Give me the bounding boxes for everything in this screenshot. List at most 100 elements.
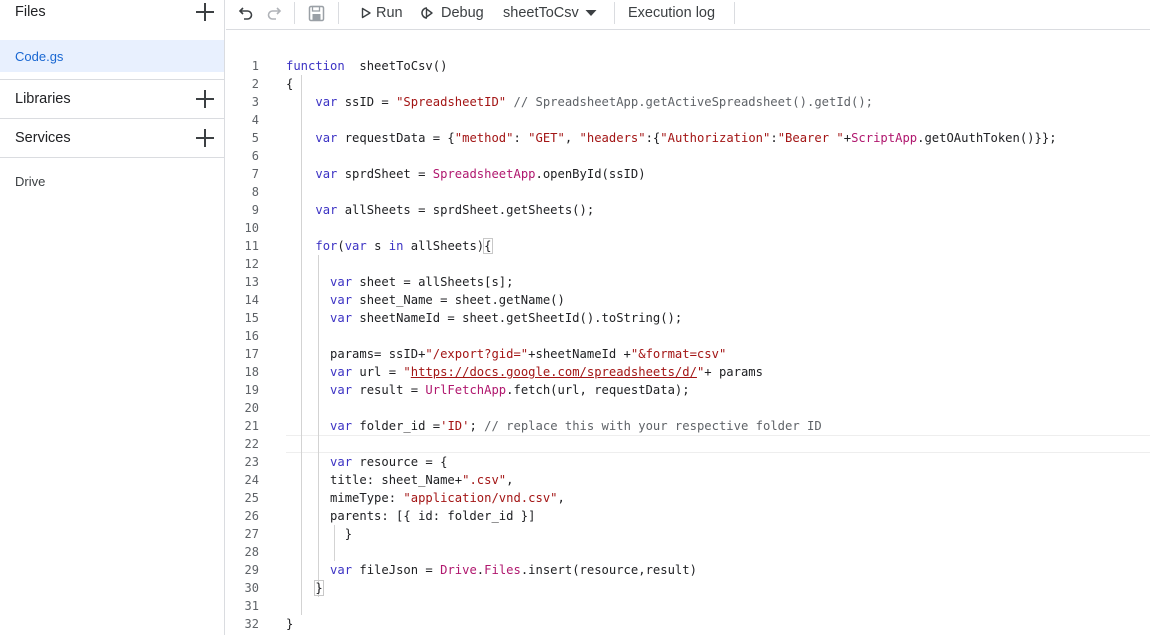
code-text: } — [286, 525, 352, 543]
toolbar-divider — [338, 2, 339, 24]
code-token: params= ssID+ — [286, 347, 426, 361]
code-text: { — [286, 75, 293, 93]
code-line[interactable]: 19 var result = UrlFetchApp.fetch(url, r… — [226, 381, 1150, 399]
code-token: "Authorization" — [660, 131, 771, 145]
code-line[interactable]: 22 — [226, 435, 1150, 453]
function-select[interactable]: sheetToCsv — [503, 0, 597, 26]
execution-log-button[interactable]: Execution log — [628, 0, 715, 26]
code-line[interactable]: 11 for(var s in allSheets){ — [226, 237, 1150, 255]
code-token: var — [344, 239, 367, 253]
code-token: "headers" — [579, 131, 646, 145]
code-line[interactable]: 27 } — [226, 525, 1150, 543]
code-token: } — [286, 527, 353, 541]
code-line[interactable]: 26 parents: [{ id: folder_id }] — [226, 507, 1150, 525]
code-text: var resource = { — [286, 453, 447, 471]
line-number: 1 — [251, 59, 259, 73]
toolbar-divider — [614, 2, 615, 24]
code-line[interactable]: 1 function sheetToCsv() — [226, 57, 1150, 75]
line-number: 11 — [244, 239, 259, 253]
code-line[interactable]: 8 — [226, 183, 1150, 201]
code-token: for — [315, 239, 338, 253]
line-number: 28 — [244, 545, 259, 559]
code-token: "Bearer " — [777, 131, 844, 145]
code-text: var folder_id ='ID'; // replace this wit… — [286, 417, 822, 435]
run-button[interactable]: Run — [360, 0, 403, 26]
code-line[interactable]: 4 — [226, 111, 1150, 129]
save-icon[interactable] — [308, 0, 325, 26]
code-token: // SpreadsheetApp.getActiveSpreadsheet()… — [506, 95, 874, 109]
code-token: var — [330, 311, 353, 325]
code-text: var url = "https://docs.google.com/sprea… — [286, 363, 763, 381]
debug-icon — [421, 7, 433, 19]
code-text: for(var s in allSheets){ — [286, 237, 493, 255]
debug-label: Debug — [441, 5, 484, 21]
code-token: ; — [469, 419, 485, 433]
line-number: 10 — [244, 221, 259, 235]
code-line[interactable]: 20 — [226, 399, 1150, 417]
sidebar-divider — [0, 157, 224, 158]
code-line[interactable]: 24 title: sheet_Name+".csv", — [226, 471, 1150, 489]
add-service-icon[interactable] — [196, 129, 214, 147]
code-line[interactable]: 25 mimeType: "application/vnd.csv", — [226, 489, 1150, 507]
line-number: 14 — [244, 293, 259, 307]
code-token: var — [330, 563, 353, 577]
debug-button[interactable]: Debug — [421, 0, 484, 26]
code-line[interactable]: 31 — [226, 597, 1150, 615]
add-library-icon[interactable] — [196, 90, 214, 108]
code-token: } — [314, 580, 324, 596]
code-editor[interactable]: 1 function sheetToCsv() 2{3 var ssID = "Sp… — [226, 31, 1150, 635]
services-title: Services — [15, 130, 71, 146]
line-number: 12 — [244, 257, 259, 271]
files-title: Files — [15, 4, 46, 20]
code-text: var sheet_Name = sheet.getName() — [286, 291, 565, 309]
code-text: var sprdSheet = SpreadsheetApp.openById(… — [286, 165, 646, 183]
code-line[interactable]: 28 — [226, 543, 1150, 561]
code-token: ( — [337, 239, 345, 253]
code-line[interactable]: 17 params= ssID+"/export?gid="+sheetName… — [226, 345, 1150, 363]
code-line[interactable]: 32} — [226, 615, 1150, 633]
libraries-header: Libraries — [0, 87, 224, 111]
service-item-drive[interactable]: Drive — [15, 174, 45, 189]
code-line[interactable]: 15 var sheetNameId = sheet.getSheetId().… — [226, 309, 1150, 327]
code-token: var — [330, 455, 353, 469]
line-number: 25 — [244, 491, 259, 505]
code-line[interactable]: 12 — [226, 255, 1150, 273]
code-token: " — [403, 365, 411, 379]
code-token: ".csv" — [462, 473, 507, 487]
code-line[interactable]: 30 } — [226, 579, 1150, 597]
code-token: .openById(ssID) — [535, 167, 646, 181]
run-label: Run — [376, 5, 403, 21]
code-line[interactable]: 6 — [226, 147, 1150, 165]
code-line[interactable]: 14 var sheet_Name = sheet.getName() — [226, 291, 1150, 309]
code-line[interactable]: 18 var url = "https://docs.google.com/sp… — [226, 363, 1150, 381]
code-line[interactable]: 10 — [226, 219, 1150, 237]
code-line[interactable]: 3 var ssID = "SpreadsheetID" // Spreadsh… — [226, 93, 1150, 111]
code-line[interactable]: 5 var requestData = {"method": "GET", "h… — [226, 129, 1150, 147]
line-number: 24 — [244, 473, 259, 487]
code-line[interactable]: 2{ — [226, 75, 1150, 93]
redo-icon[interactable] — [266, 0, 282, 26]
code-token: "/export?gid=" — [425, 347, 529, 361]
code-line[interactable]: 13 var sheet = allSheets[s]; — [226, 273, 1150, 291]
caret-down-icon — [585, 10, 597, 16]
code-token: ssID = — [337, 95, 397, 109]
libraries-title: Libraries — [15, 91, 71, 107]
file-item-code-gs[interactable]: Code.gs — [0, 40, 224, 72]
code-line[interactable]: 16 — [226, 327, 1150, 345]
code-token: var — [330, 275, 353, 289]
code-token: "application/vnd.csv" — [403, 491, 558, 505]
line-number: 16 — [244, 329, 259, 343]
undo-icon[interactable] — [238, 0, 254, 26]
code-line[interactable]: 7 var sprdSheet = SpreadsheetApp.openByI… — [226, 165, 1150, 183]
code-text: var fileJson = Drive.Files.insert(resour… — [286, 561, 697, 579]
code-line[interactable]: 9 var allSheets = sprdSheet.getSheets(); — [226, 201, 1150, 219]
code-line[interactable]: 23 var resource = { — [226, 453, 1150, 471]
code-line[interactable]: 29 var fileJson = Drive.Files.insert(res… — [226, 561, 1150, 579]
line-number: 9 — [251, 203, 259, 217]
add-file-icon[interactable] — [196, 3, 214, 21]
code-line[interactable]: 21 var folder_id ='ID'; // replace this … — [226, 417, 1150, 435]
code-token: "GET" — [528, 131, 565, 145]
